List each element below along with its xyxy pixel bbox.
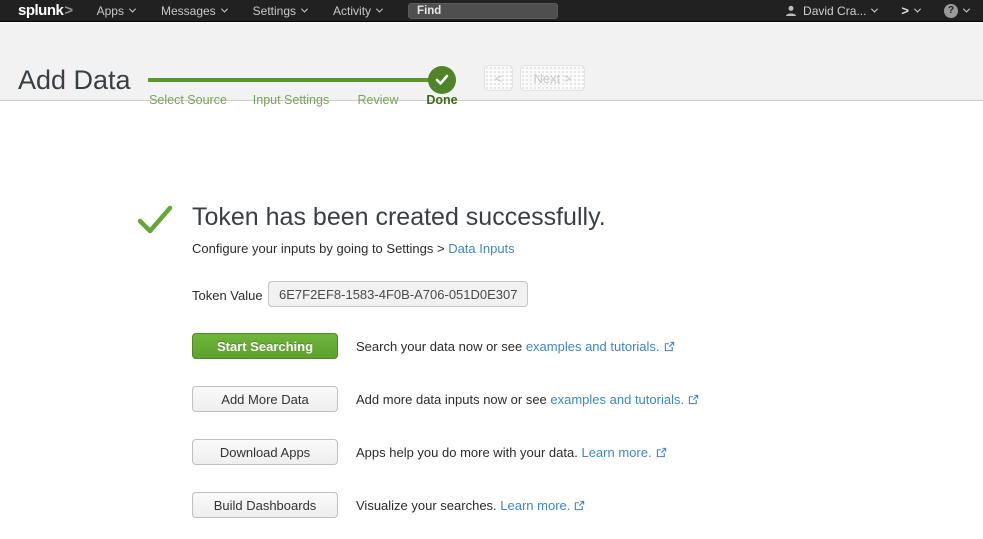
topbar-right-group: David Cra... > ? xyxy=(785,3,969,18)
done-check-icon xyxy=(428,66,456,94)
top-nav-bar: splunk> Apps Messages Settings Activity … xyxy=(0,0,983,22)
arrow-right-icon: > xyxy=(901,3,909,18)
action-row-build-dashboards: Build Dashboards Visualize your searches… xyxy=(192,492,892,518)
description-text: Apps help you do more with your data. xyxy=(356,445,581,460)
token-value-label: Token Value xyxy=(192,288,263,303)
external-link-icon xyxy=(664,340,675,355)
action-description: Add more data inputs now or see examples… xyxy=(356,392,699,408)
token-value-field[interactable] xyxy=(268,281,528,307)
success-check-icon xyxy=(137,204,173,241)
wizard-header: Add Data Select Source Input Settings Re… xyxy=(0,23,983,101)
logo-text: splunk xyxy=(18,2,63,19)
description-text: Visualize your searches. xyxy=(356,498,500,513)
back-button[interactable]: < xyxy=(484,65,513,91)
action-row-start-searching: Start Searching Search your data now or … xyxy=(192,333,892,359)
page: splunk> Apps Messages Settings Activity … xyxy=(0,0,983,539)
external-link-icon xyxy=(688,393,699,408)
step-review: Review xyxy=(358,93,399,107)
step-done: Done xyxy=(426,93,457,107)
splunk-logo[interactable]: splunk> xyxy=(18,2,73,19)
menu-settings[interactable]: Settings xyxy=(253,4,307,18)
step-select-source: Select Source xyxy=(149,93,227,107)
success-title: Token has been created successfully. xyxy=(192,203,606,232)
help-menu[interactable]: ? xyxy=(944,4,969,18)
quick-launch-menu[interactable]: > xyxy=(901,3,920,18)
menu-messages-label: Messages xyxy=(161,4,216,18)
menu-activity[interactable]: Activity xyxy=(333,4,382,18)
data-inputs-link[interactable]: Data Inputs xyxy=(448,241,515,256)
menu-activity-label: Activity xyxy=(333,4,371,18)
chevron-down-icon xyxy=(301,6,308,13)
user-icon xyxy=(785,5,797,17)
action-description: Visualize your searches. Learn more. xyxy=(356,498,585,514)
chevron-down-icon xyxy=(129,6,136,13)
examples-tutorials-link[interactable]: examples and tutorials. xyxy=(526,339,660,354)
find-search-input[interactable] xyxy=(408,3,558,19)
chevron-down-icon xyxy=(221,6,228,13)
menu-apps-label: Apps xyxy=(97,4,124,18)
start-searching-button[interactable]: Start Searching xyxy=(192,333,338,359)
chevron-down-icon xyxy=(963,6,970,13)
learn-more-link[interactable]: Learn more. xyxy=(500,498,570,513)
description-text: Add more data inputs now or see xyxy=(356,392,550,407)
menu-apps[interactable]: Apps xyxy=(97,4,135,18)
action-description: Apps help you do more with your data. Le… xyxy=(356,445,667,461)
description-text: Search your data now or see xyxy=(356,339,526,354)
action-description: Search your data now or see examples and… xyxy=(356,339,675,355)
chevron-down-icon xyxy=(914,6,921,13)
page-title: Add Data xyxy=(18,65,131,96)
examples-tutorials-link[interactable]: examples and tutorials. xyxy=(550,392,684,407)
external-link-icon xyxy=(656,446,667,461)
external-link-icon xyxy=(574,499,585,514)
chevron-down-icon xyxy=(871,6,878,13)
user-name: David Cra... xyxy=(803,4,866,18)
add-more-data-button[interactable]: Add More Data xyxy=(192,386,338,412)
menu-settings-label: Settings xyxy=(253,4,296,18)
success-subtitle: Configure your inputs by going to Settin… xyxy=(192,241,515,256)
progress-bar xyxy=(148,78,430,82)
download-apps-button[interactable]: Download Apps xyxy=(192,439,338,465)
learn-more-link[interactable]: Learn more. xyxy=(581,445,651,460)
subtitle-text: Configure your inputs by going to Settin… xyxy=(192,241,448,256)
logo-caret: > xyxy=(64,2,72,19)
step-input-settings: Input Settings xyxy=(253,93,329,107)
build-dashboards-button[interactable]: Build Dashboards xyxy=(192,492,338,518)
action-row-download-apps: Download Apps Apps help you do more with… xyxy=(192,439,892,465)
next-button[interactable]: Next > xyxy=(520,65,585,91)
user-menu[interactable]: David Cra... xyxy=(785,4,877,18)
help-icon: ? xyxy=(944,4,958,18)
chevron-down-icon xyxy=(376,6,383,13)
menu-messages[interactable]: Messages xyxy=(161,4,227,18)
action-row-add-more-data: Add More Data Add more data inputs now o… xyxy=(192,386,892,412)
